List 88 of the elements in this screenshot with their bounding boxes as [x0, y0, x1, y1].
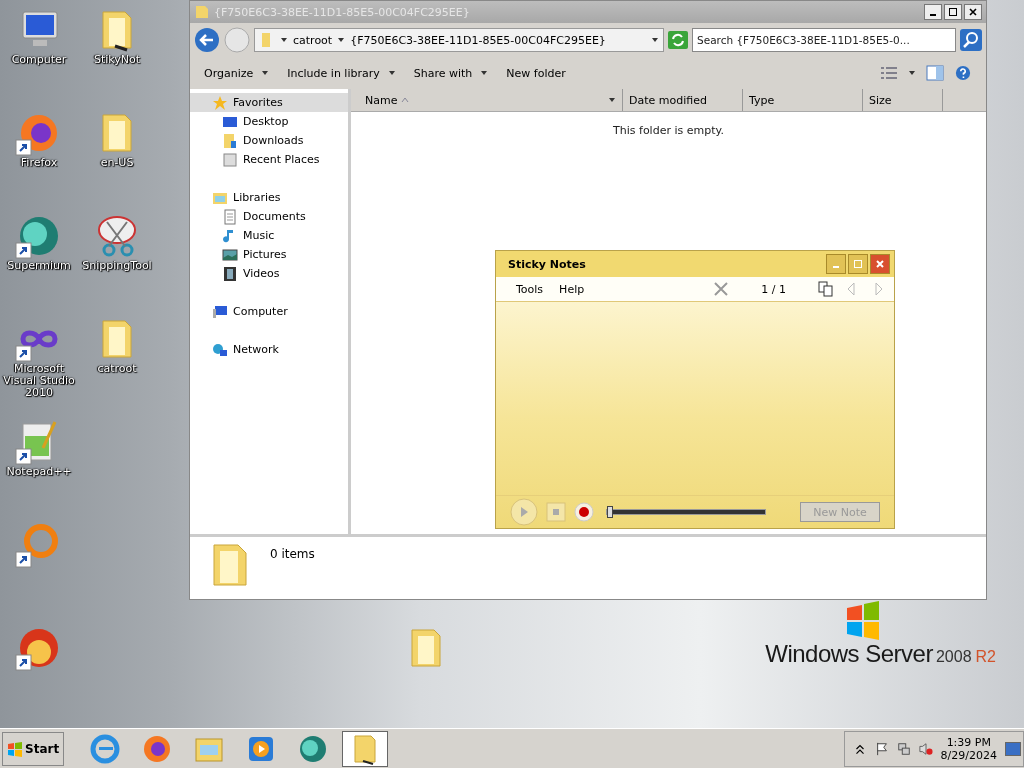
network-icon[interactable]: [896, 741, 911, 756]
caret-icon[interactable]: [280, 36, 288, 44]
close-icon: [875, 259, 885, 269]
close-button[interactable]: [964, 4, 982, 20]
caret-icon: [387, 69, 396, 77]
e-logo-icon: [89, 732, 122, 765]
nav-item[interactable]: Recent Places: [190, 150, 348, 169]
view-options-icon[interactable]: [880, 65, 898, 81]
show-desktop-button[interactable]: [1005, 741, 1021, 756]
desktop-icon-label: catroot: [96, 363, 138, 375]
column-header[interactable]: Type: [743, 89, 863, 111]
dropdown-caret-icon[interactable]: [651, 36, 659, 44]
downloads-folder-icon: [222, 132, 238, 149]
nav-item[interactable]: Desktop: [190, 112, 348, 131]
nav-item[interactable]: Computer: [190, 302, 348, 321]
breadcrumb[interactable]: catroot: [293, 33, 333, 47]
network-icon: [212, 341, 228, 358]
nav-item[interactable]: Pictures: [190, 245, 348, 264]
menu-item[interactable]: Tools: [510, 282, 550, 296]
computer-icon: [212, 303, 228, 320]
clock-date: 8/29/2024: [940, 748, 997, 762]
menu-item[interactable]: Help: [553, 282, 591, 296]
star-icon: [212, 94, 228, 111]
toolbar-button[interactable]: Include in library: [279, 62, 404, 84]
empty-folder-message: This folder is empty.: [613, 124, 724, 137]
desktop-icon-label: StikyNot: [92, 54, 142, 66]
volume-muted-icon[interactable]: [918, 741, 933, 756]
slider-thumb[interactable]: [607, 506, 613, 518]
film-icon: [222, 265, 238, 282]
caret-icon: [261, 69, 270, 77]
copy-icon[interactable]: [818, 281, 834, 297]
nav-item[interactable]: Libraries: [190, 188, 348, 207]
delete-note-icon[interactable]: [713, 281, 730, 297]
folder-icon: [194, 4, 210, 20]
taskbar-button[interactable]: [342, 730, 389, 767]
nav-item[interactable]: Downloads: [190, 131, 348, 150]
caret-icon[interactable]: [337, 36, 346, 44]
column-header[interactable]: Size: [863, 89, 943, 111]
desktop-icon-label: en-US: [99, 157, 135, 169]
close-icon: [968, 7, 978, 17]
start-button[interactable]: Start: [2, 731, 65, 766]
recent-places-icon: [222, 151, 238, 168]
page-counter: 1 / 1: [760, 282, 787, 296]
nav-item[interactable]: Videos: [190, 264, 348, 283]
toolbar-button[interactable]: Organize: [196, 62, 278, 84]
windows-flag-icon: [7, 740, 23, 757]
breadcrumb[interactable]: {F750E6C3-38EE-11D1-85E5-00C04FC295EE}: [350, 33, 606, 47]
caret-icon[interactable]: [608, 96, 616, 104]
desktop-icon-label: Firefox: [19, 157, 59, 169]
desktop-icon-label: Computer: [10, 54, 68, 66]
minimize-button[interactable]: [924, 4, 942, 20]
folder-icon: [210, 541, 250, 589]
address-bar[interactable]: catroot {F750E6C3-38EE-11D1-85E5-00C04FC295EE}: [254, 28, 664, 52]
toolbar-button[interactable]: New folder: [498, 62, 574, 84]
flag-icon[interactable]: [874, 741, 889, 756]
caret-icon[interactable]: [908, 69, 916, 77]
desktop-icon-label: Supermium: [6, 260, 72, 272]
window-title: Sticky Notes: [508, 257, 586, 271]
maximize-icon: [853, 259, 863, 269]
help-icon[interactable]: [954, 65, 972, 81]
clock-time: 1:39 PM: [946, 735, 991, 749]
desktop-icon-label: SnippingTool: [81, 260, 153, 272]
preview-pane-icon[interactable]: [926, 65, 944, 81]
caret-icon: [480, 69, 489, 77]
record-icon[interactable]: [574, 502, 594, 522]
audio-slider[interactable]: [606, 509, 766, 515]
column-header[interactable]: Date modified: [623, 89, 743, 111]
maximize-button[interactable]: [944, 4, 962, 20]
nav-item[interactable]: Music: [190, 226, 348, 245]
logo-version: 2008: [935, 648, 972, 666]
nav-item[interactable]: Documents: [190, 207, 348, 226]
minimize-icon: [930, 14, 936, 16]
maximize-icon: [948, 7, 958, 17]
refresh-icon[interactable]: [668, 31, 688, 49]
desktop-icon-label: Notepad++: [5, 466, 73, 478]
logo-edition: R2: [975, 648, 996, 666]
search-icon[interactable]: [960, 29, 982, 51]
minimize-icon: [833, 266, 839, 268]
logo-text: Windows Server: [765, 640, 933, 668]
column-header[interactable]: Name: [351, 89, 623, 111]
nav-item[interactable]: Network: [190, 340, 348, 359]
search-field[interactable]: Search {F750E6C3-38EE-11D1-85E5-0...: [692, 28, 956, 52]
toolbar-button[interactable]: Share with: [405, 62, 497, 84]
document-icon: [222, 208, 238, 225]
nav-item[interactable]: Favorites: [190, 93, 348, 112]
picture-icon: [222, 246, 238, 263]
item-count: 0 items: [270, 547, 315, 561]
desktop-icon-label: Microsoft Visual Studio 2010: [2, 363, 76, 399]
